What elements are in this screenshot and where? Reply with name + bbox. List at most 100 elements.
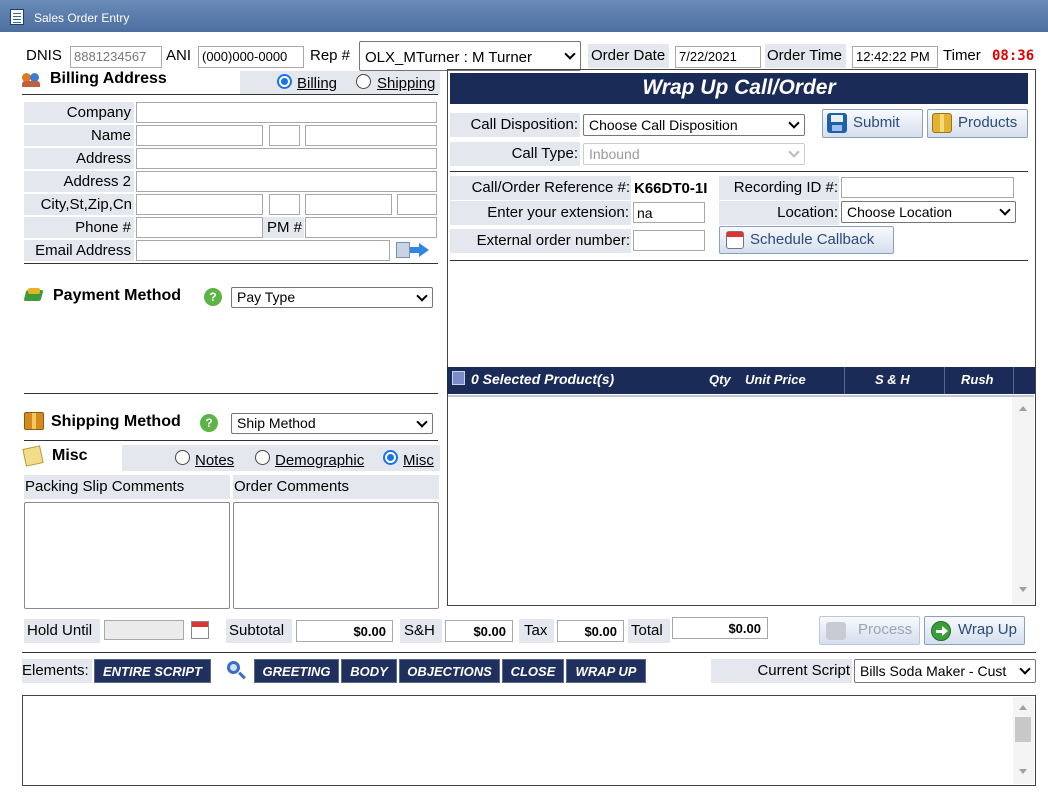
order-comments-textarea[interactable] — [233, 502, 439, 609]
address2-input[interactable] — [136, 171, 437, 192]
shipping-method-title: Shipping Method — [51, 413, 181, 430]
notes-radio-label: Notes — [195, 452, 235, 469]
current-script-select[interactable]: Bills Soda Maker - Cust — [854, 659, 1036, 683]
demographic-radio[interactable] — [255, 450, 270, 465]
country-input[interactable] — [397, 194, 437, 215]
extension-input[interactable]: na — [633, 202, 705, 223]
packing-slip-textarea[interactable] — [24, 502, 230, 609]
people-icon — [22, 71, 40, 87]
dnis-field[interactable]: 8881234567 — [70, 46, 162, 68]
col-sh: S & H — [875, 372, 910, 387]
help-icon[interactable]: ? — [204, 288, 222, 306]
submit-button[interactable]: Submit — [822, 109, 923, 138]
products-button[interactable]: Products — [927, 109, 1028, 138]
ship-method-select[interactable]: Ship Method — [231, 413, 433, 434]
tax-label: Tax — [519, 619, 554, 643]
call-type-select[interactable]: Inbound — [583, 143, 805, 165]
middle-initial-input[interactable] — [269, 125, 300, 146]
zip-input[interactable] — [305, 194, 392, 215]
products-scrollbar[interactable] — [1012, 397, 1034, 604]
tab-wrap-up[interactable]: WRAP UP — [566, 659, 646, 683]
tab-greeting[interactable]: GREETING — [254, 659, 339, 683]
order-date-field[interactable]: 7/22/2021 — [675, 46, 761, 68]
pay-type-select[interactable]: Pay Type — [231, 287, 433, 308]
script-scrollbar[interactable] — [1013, 697, 1034, 784]
billing-radio-label: Billing — [297, 75, 338, 92]
location-select[interactable]: Choose Location — [841, 201, 1016, 223]
external-order-input[interactable] — [633, 230, 705, 251]
phone-input[interactable] — [136, 217, 263, 238]
order-time-field[interactable]: 12:42:22 PM — [852, 46, 938, 68]
subtotal-field: $0.00 — [296, 620, 393, 642]
misc-radio[interactable] — [383, 450, 398, 465]
recording-id-input[interactable] — [841, 177, 1014, 198]
company-input[interactable] — [136, 102, 437, 123]
scroll-up-icon[interactable] — [1019, 705, 1027, 710]
tax-field: $0.00 — [557, 620, 624, 642]
schedule-callback-button[interactable]: Schedule Callback — [719, 226, 894, 254]
package-icon — [24, 412, 44, 430]
divider — [24, 263, 438, 264]
scroll-thumb[interactable] — [1015, 717, 1031, 742]
misc-radio-label: Misc — [403, 452, 434, 469]
notes-radio[interactable] — [175, 450, 190, 465]
elements-label: Elements: — [22, 659, 92, 683]
billing-radio[interactable] — [277, 74, 292, 89]
ani-label: ANI — [166, 47, 192, 64]
scroll-down-icon[interactable] — [1019, 587, 1027, 592]
external-order-label: External order number: — [450, 229, 631, 253]
divider — [24, 440, 438, 441]
tab-close[interactable]: CLOSE — [502, 659, 564, 683]
address-label: Address — [24, 148, 134, 169]
process-gear-icon — [826, 622, 846, 640]
window-titlebar: Sales Order Entry — [0, 0, 1048, 32]
products-list[interactable] — [448, 395, 1034, 605]
divider — [450, 260, 1028, 261]
script-content[interactable] — [22, 695, 1036, 786]
company-label: Company — [24, 102, 134, 123]
email-label: Email Address — [24, 240, 134, 261]
calendar-icon[interactable] — [191, 621, 209, 639]
rep-select[interactable]: OLX_MTurner : M Turner — [359, 41, 581, 71]
last-name-input[interactable] — [305, 125, 437, 146]
copy-address-arrow-icon[interactable] — [396, 240, 432, 260]
tab-body[interactable]: BODY — [341, 659, 397, 683]
sh-field: $0.00 — [445, 620, 513, 642]
shipping-radio[interactable] — [356, 74, 371, 89]
products-header: 0 Selected Product(s) Qty Unit Price S &… — [447, 367, 1035, 394]
call-type-label: Call Type: — [450, 142, 580, 166]
tab-objections[interactable]: OBJECTIONS — [399, 659, 500, 683]
state-input[interactable] — [269, 194, 300, 215]
wrap-up-button[interactable]: Wrap Up — [924, 616, 1025, 645]
first-name-input[interactable] — [136, 125, 263, 146]
hold-until-label: Hold Until — [24, 619, 100, 643]
col-qty: Qty — [709, 372, 731, 387]
ani-field[interactable]: (000)000-0000 — [198, 46, 304, 68]
email-input[interactable] — [136, 240, 390, 261]
city-input[interactable] — [136, 194, 263, 215]
name-label: Name — [24, 125, 134, 146]
call-disposition-label: Call Disposition: — [450, 113, 580, 137]
document-icon — [10, 9, 24, 25]
tab-entire-script[interactable]: ENTIRE SCRIPT — [94, 659, 211, 683]
timer-label: Timer — [943, 47, 981, 64]
hold-until-input[interactable] — [104, 620, 184, 640]
help-icon[interactable]: ? — [200, 414, 218, 432]
current-script-label: Current Script — [711, 659, 852, 683]
product-box-icon — [452, 371, 465, 385]
process-button[interactable]: Process — [819, 616, 920, 645]
call-disposition-select[interactable]: Choose Call Disposition — [583, 114, 805, 136]
divider — [22, 94, 438, 95]
pm-input[interactable] — [305, 217, 437, 238]
pm-label: PM # — [263, 217, 304, 238]
scroll-up-icon[interactable] — [1019, 406, 1027, 411]
scroll-down-icon[interactable] — [1019, 769, 1027, 774]
divider — [450, 171, 1028, 172]
city-st-zip-label: City,St,Zip,Cn — [24, 194, 134, 215]
col-rush: Rush — [961, 372, 994, 387]
search-icon[interactable] — [227, 661, 247, 681]
packing-slip-label: Packing Slip Comments — [24, 475, 230, 499]
total-label: Total — [628, 619, 670, 643]
wrapup-title: Wrap Up Call/Order — [450, 73, 1028, 104]
address-input[interactable] — [136, 148, 437, 169]
